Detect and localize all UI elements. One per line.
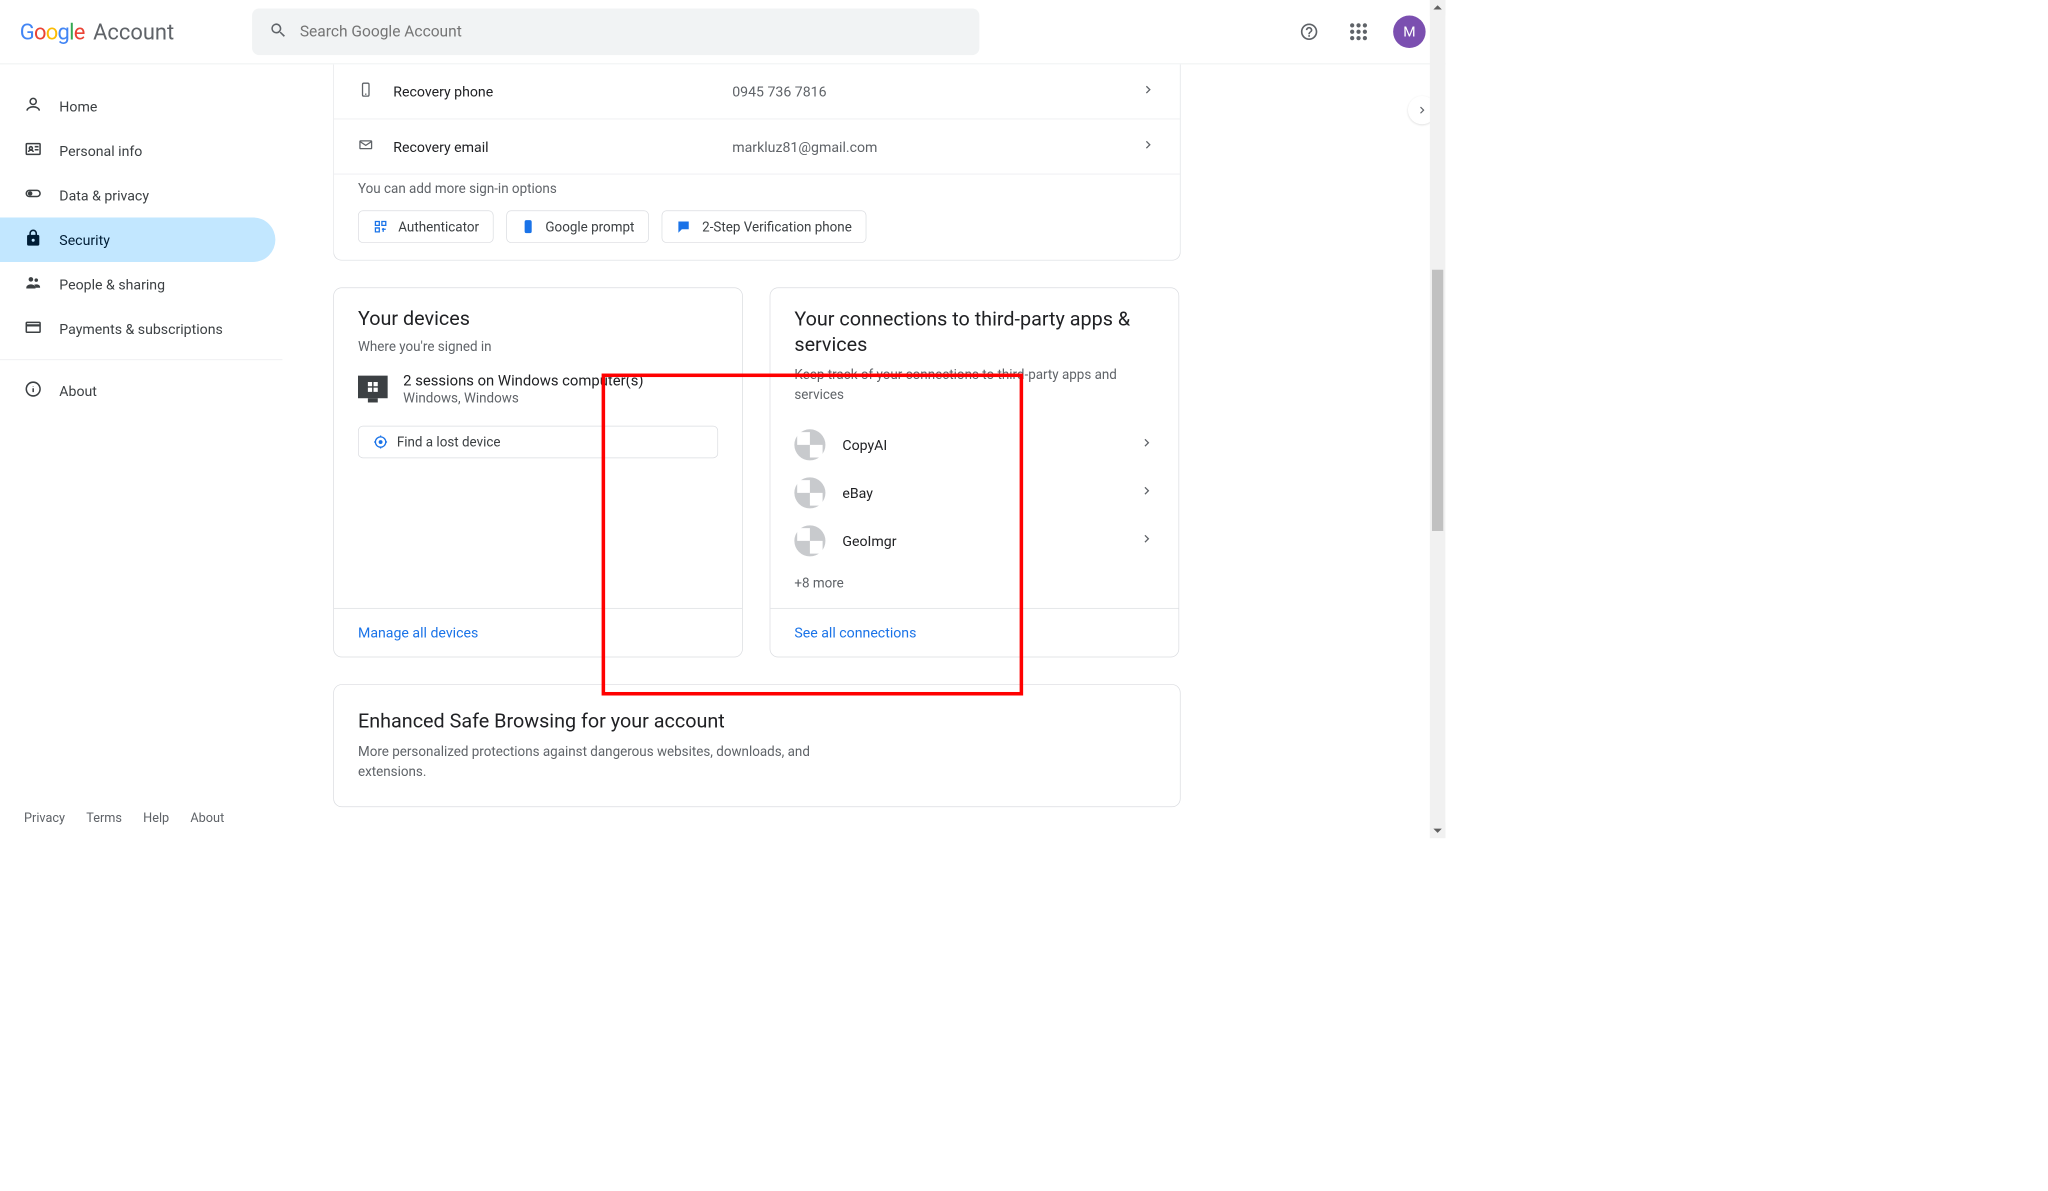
sidebar-item-label: Data & privacy [59,187,149,204]
find-lost-device-button[interactable]: Find a lost device [358,425,718,457]
scrollbar[interactable] [1430,0,1446,838]
sidebar-item-home[interactable]: Home [0,84,275,128]
app-row[interactable]: eBay [770,469,1178,517]
chevron-right-icon [1139,531,1155,550]
signin-options-card: Recovery phone 0945 736 7816 Recovery em… [333,64,1180,260]
app-row[interactable]: GeoImgr [770,517,1178,565]
card-title: Your connections to third-party apps & s… [794,306,1154,357]
help-icon[interactable] [1294,17,1324,47]
sidebar-item-label: About [59,382,97,399]
app-name: GeoImgr [842,532,896,549]
card-icon [24,318,42,340]
people-icon [24,273,42,295]
your-devices-card: Your devices Where you're signed in 2 se… [333,287,743,657]
footer-help[interactable]: Help [143,811,169,826]
device-session: 2 sessions on Windows computer(s) Window… [358,372,718,405]
button-label: Find a lost device [397,434,501,450]
signin-options-note: You can add more sign-in options [358,180,1156,196]
scroll-down-button[interactable] [1430,823,1446,839]
divider [0,359,282,360]
phone-icon [358,82,393,101]
chevron-right-icon [1139,483,1155,502]
sidebar-item-people-sharing[interactable]: People & sharing [0,262,275,306]
sidebar-item-payments[interactable]: Payments & subscriptions [0,306,275,350]
card-subtitle: Where you're signed in [358,337,718,357]
card-title: Your devices [358,306,718,329]
app-name: CopyAI [842,436,887,453]
card-subtitle: Keep track of your connections to third-… [794,365,1154,405]
sidebar-item-security[interactable]: Security [0,217,275,261]
two-step-phone-chip[interactable]: 2-Step Verification phone [662,210,867,242]
search-bar[interactable] [252,8,979,55]
header: Google Account M [0,0,1445,64]
recovery-email-row[interactable]: Recovery email markluz81@gmail.com [334,119,1180,174]
chip-label: 2-Step Verification phone [702,219,852,235]
app-icon [794,429,825,460]
footer-terms[interactable]: Terms [86,811,122,826]
sidebar-item-personal-info[interactable]: Personal info [0,129,275,173]
chevron-right-icon [1140,82,1156,101]
google-prompt-chip[interactable]: Google prompt [507,210,650,242]
lock-icon [24,229,42,251]
session-subtitle: Windows, Windows [403,389,643,405]
session-title: 2 sessions on Windows computer(s) [403,372,643,389]
footer-links: Privacy Terms Help About [24,811,224,826]
row-value: markluz81@gmail.com [732,138,877,155]
google-account-logo[interactable]: Google Account [20,19,174,45]
card-description: More personalized protections against da… [358,742,824,782]
windows-computer-icon [358,375,388,398]
recovery-phone-row[interactable]: Recovery phone 0945 736 7816 [334,64,1180,119]
app-name: eBay [842,484,873,501]
chip-label: Authenticator [398,219,479,235]
row-label: Recovery email [393,138,732,155]
mail-icon [358,137,393,156]
card-title: Enhanced Safe Browsing for your account [358,709,1156,732]
sidebar-item-label: Personal info [59,142,142,159]
sidebar-item-label: Payments & subscriptions [59,320,222,337]
scroll-up-button[interactable] [1430,0,1446,16]
footer-about[interactable]: About [190,811,224,826]
toggle-icon [24,184,42,206]
search-icon [269,21,287,42]
more-apps-count: +8 more [770,565,1178,608]
avatar[interactable]: M [1393,16,1425,48]
row-value: 0945 736 7816 [732,83,826,100]
sidebar-item-data-privacy[interactable]: Data & privacy [0,173,275,217]
scrollbar-thumb[interactable] [1432,270,1443,531]
third-party-connections-card: Your connections to third-party apps & s… [770,287,1180,657]
see-all-connections-link[interactable]: See all connections [770,608,1178,657]
row-label: Recovery phone [393,83,732,100]
id-card-icon [24,140,42,162]
sidebar-item-label: People & sharing [59,276,165,293]
avatar-letter: M [1403,23,1415,40]
manage-all-devices-link[interactable]: Manage all devices [334,608,742,657]
app-icon [794,477,825,508]
apps-icon[interactable] [1344,17,1374,47]
sidebar-item-about[interactable]: About [0,369,275,413]
main-content: Recovery phone 0945 736 7816 Recovery em… [282,64,1445,838]
enhanced-safe-browsing-card: Enhanced Safe Browsing for your account … [333,684,1180,807]
info-icon [24,380,42,402]
chip-label: Google prompt [545,219,634,235]
chevron-right-icon [1139,435,1155,454]
search-input[interactable] [300,23,962,41]
home-icon [24,95,42,117]
footer-privacy[interactable]: Privacy [24,811,65,826]
sidebar-item-label: Security [59,231,110,248]
chevron-right-icon [1140,137,1156,156]
account-label: Account [93,19,174,45]
authenticator-chip[interactable]: Authenticator [358,210,494,242]
app-row[interactable]: CopyAI [770,421,1178,469]
sidebar: Home Personal info Data & privacy Securi… [0,64,282,838]
sidebar-item-label: Home [59,98,97,115]
app-icon [794,525,825,556]
google-logo: Google [20,19,85,45]
